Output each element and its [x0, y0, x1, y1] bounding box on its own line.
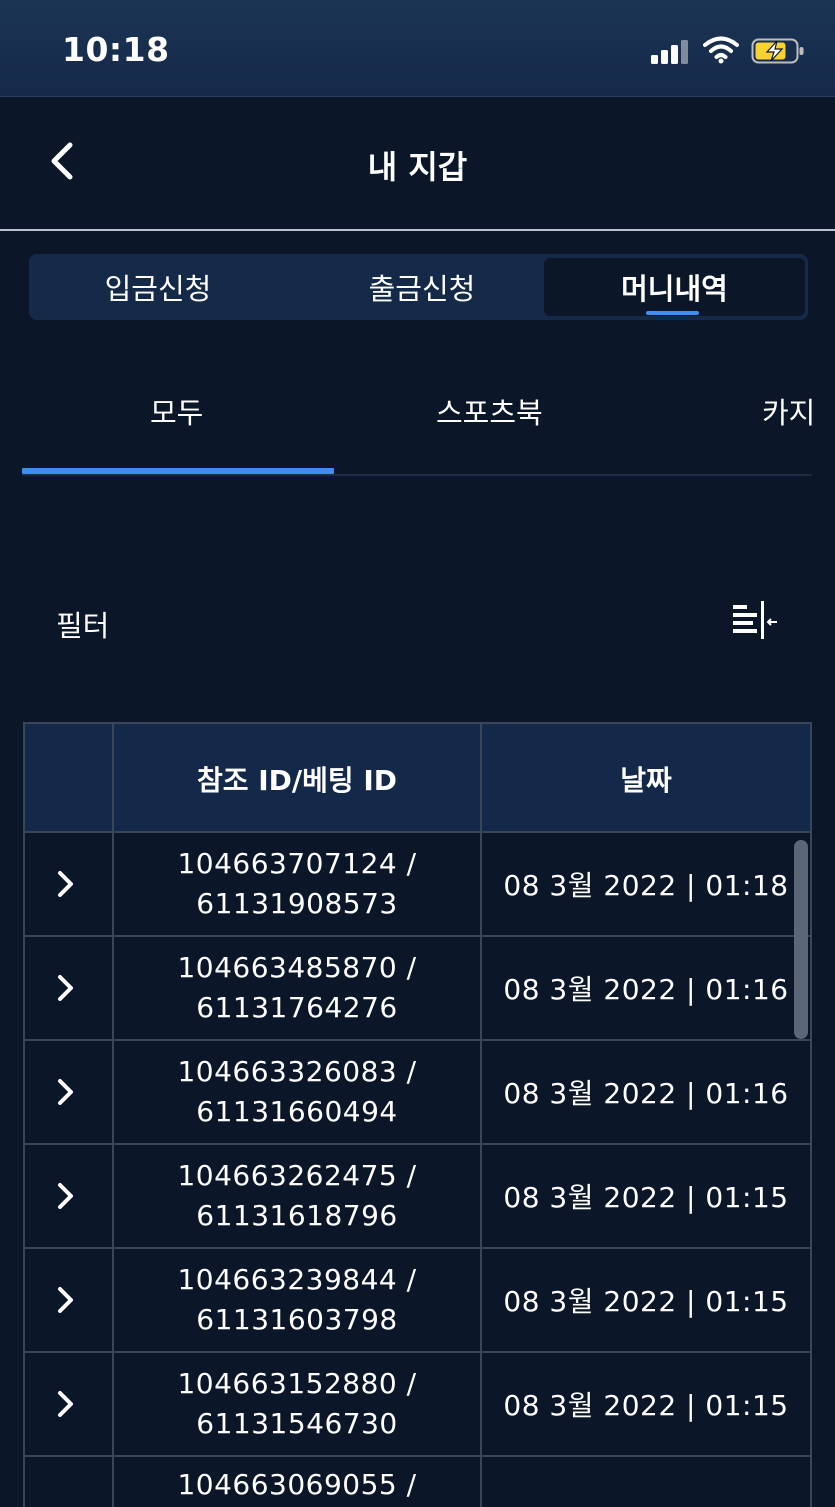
chevron-right-icon[interactable]	[55, 1284, 77, 1316]
sub-tab-active-indicator	[22, 468, 334, 474]
column-divider	[112, 722, 114, 1507]
tab-withdraw-request[interactable]: 출금신청	[293, 258, 551, 316]
table-row[interactable]: 104663069055 /	[25, 1457, 810, 1507]
filter-icon[interactable]	[731, 601, 779, 641]
table-header-row: 참조 ID/베팅 ID 날짜	[25, 722, 810, 833]
table-scrollbar[interactable]	[794, 840, 808, 1039]
ref-id: 104663262475 /	[177, 1159, 417, 1192]
row-date: 08 3월 2022 | 01:15	[503, 1181, 789, 1214]
sub-tab-all[interactable]: 모두	[150, 390, 203, 432]
bet-id: 61131603798	[196, 1303, 398, 1336]
row-ids: 104663707124 / 61131908573	[114, 844, 480, 924]
table-header-ref-id: 참조 ID/베팅 ID	[196, 763, 398, 797]
tab-money-history[interactable]: 머니내역	[544, 258, 805, 316]
chevron-right-icon[interactable]	[55, 1388, 77, 1420]
table-row[interactable]: 104663707124 / 61131908573 08 3월 2022 | …	[25, 833, 810, 937]
category-sub-tabs: 모두 스포츠북 카지	[22, 370, 812, 476]
row-date: 08 3월 2022 | 01:15	[503, 1389, 789, 1422]
table-header-expand	[25, 724, 112, 833]
filter-label[interactable]: 필터	[56, 603, 109, 645]
column-divider	[480, 722, 482, 1507]
row-ids: 104663069055 /	[114, 1465, 480, 1505]
cellular-signal-icon	[651, 40, 689, 64]
table-row[interactable]: 104663262475 / 61131618796 08 3월 2022 | …	[25, 1145, 810, 1249]
bet-id: 61131660494	[196, 1095, 398, 1128]
page-title: 내 지갑	[367, 148, 468, 186]
row-date	[482, 1457, 810, 1507]
chevron-right-icon[interactable]	[55, 868, 77, 900]
chevron-right-icon[interactable]	[55, 972, 77, 1004]
ref-id: 104663152880 /	[177, 1367, 417, 1400]
page-header: 내 지갑	[0, 97, 835, 231]
row-date: 08 3월 2022 | 01:15	[503, 1285, 789, 1318]
battery-charging-icon	[751, 38, 804, 64]
row-ids: 104663239844 / 61131603798	[114, 1260, 480, 1340]
bet-id: 61131618796	[196, 1199, 398, 1232]
chevron-right-icon[interactable]	[55, 1076, 77, 1108]
bet-id: 61131764276	[196, 991, 398, 1024]
sub-tabs-divider	[22, 474, 812, 476]
status-bar: 10:18	[0, 0, 835, 97]
row-date: 08 3월 2022 | 01:16	[503, 973, 789, 1006]
chevron-right-icon[interactable]	[55, 1180, 77, 1212]
row-date: 08 3월 2022 | 01:18	[503, 869, 789, 902]
bet-id: 61131546730	[196, 1407, 398, 1440]
status-time: 10:18	[62, 30, 170, 69]
table-row[interactable]: 104663485870 / 61131764276 08 3월 2022 | …	[25, 937, 810, 1041]
row-ids: 104663152880 / 61131546730	[114, 1364, 480, 1444]
wifi-icon	[703, 36, 739, 64]
status-icons	[645, 36, 805, 66]
sub-tab-sportsbook[interactable]: 스포츠북	[436, 390, 543, 432]
table-row[interactable]: 104663239844 / 61131603798 08 3월 2022 | …	[25, 1249, 810, 1353]
ref-id: 104663239844 /	[177, 1263, 417, 1296]
active-tab-indicator	[646, 311, 699, 315]
ref-id: 104663707124 /	[177, 847, 417, 880]
row-ids: 104663485870 / 61131764276	[114, 948, 480, 1028]
row-date: 08 3월 2022 | 01:16	[503, 1077, 789, 1110]
row-ids: 104663262475 / 61131618796	[114, 1156, 480, 1236]
sub-tab-casino[interactable]: 카지	[762, 390, 812, 432]
ref-id: 104663326083 /	[177, 1055, 417, 1088]
row-ids: 104663326083 / 61131660494	[114, 1052, 480, 1132]
money-history-table: 참조 ID/베팅 ID 날짜 104663707124 / 6113190857…	[23, 722, 812, 1507]
table-row[interactable]: 104663326083 / 61131660494 08 3월 2022 | …	[25, 1041, 810, 1145]
ref-id: 104663485870 /	[177, 951, 417, 984]
ref-id: 104663069055 /	[177, 1468, 417, 1501]
bet-id: 61131908573	[196, 887, 398, 920]
tab-deposit-request[interactable]: 입금신청	[29, 258, 287, 316]
table-header-date: 날짜	[620, 763, 672, 797]
table-row[interactable]: 104663152880 / 61131546730 08 3월 2022 | …	[25, 1353, 810, 1457]
